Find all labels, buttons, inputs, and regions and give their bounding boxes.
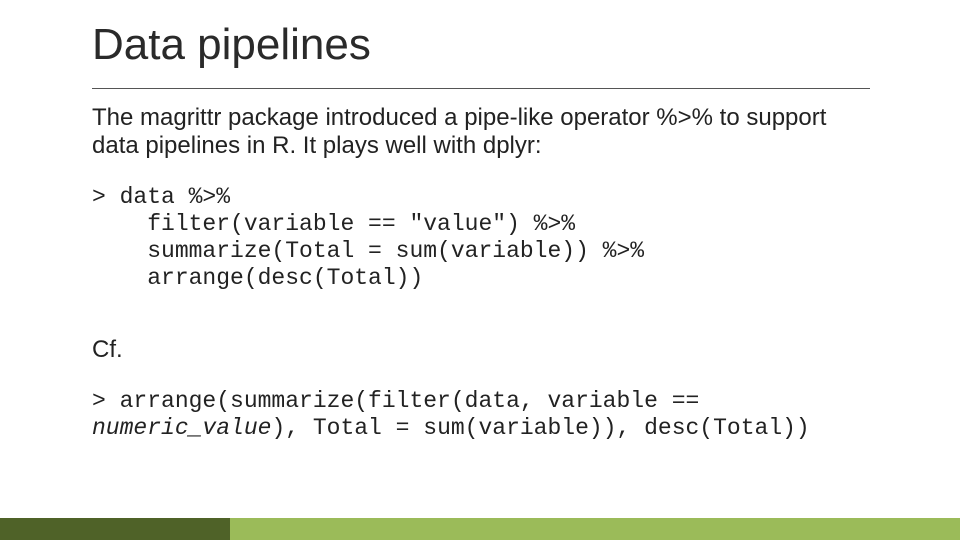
intro-paragraph: The magrittr package introduced a pipe-l… — [92, 104, 872, 161]
code2-suffix: ), Total = sum(variable)), desc(Total)) — [271, 415, 809, 441]
slide: Data pipelines The magrittr package intr… — [0, 0, 960, 540]
footer-dark-stripe — [0, 518, 230, 540]
footer-bar — [0, 518, 960, 540]
code2-prefix: > arrange(summarize(filter(data, variabl… — [92, 388, 713, 414]
title-underline — [92, 88, 870, 89]
slide-title: Data pipelines — [92, 20, 371, 70]
code-block-pipes: > data %>% filter(variable == "value") %… — [92, 184, 872, 293]
compare-label: Cf. — [92, 336, 123, 364]
code-block-nested: > arrange(summarize(filter(data, variabl… — [92, 388, 872, 442]
code2-italic: numeric_value — [92, 415, 271, 441]
